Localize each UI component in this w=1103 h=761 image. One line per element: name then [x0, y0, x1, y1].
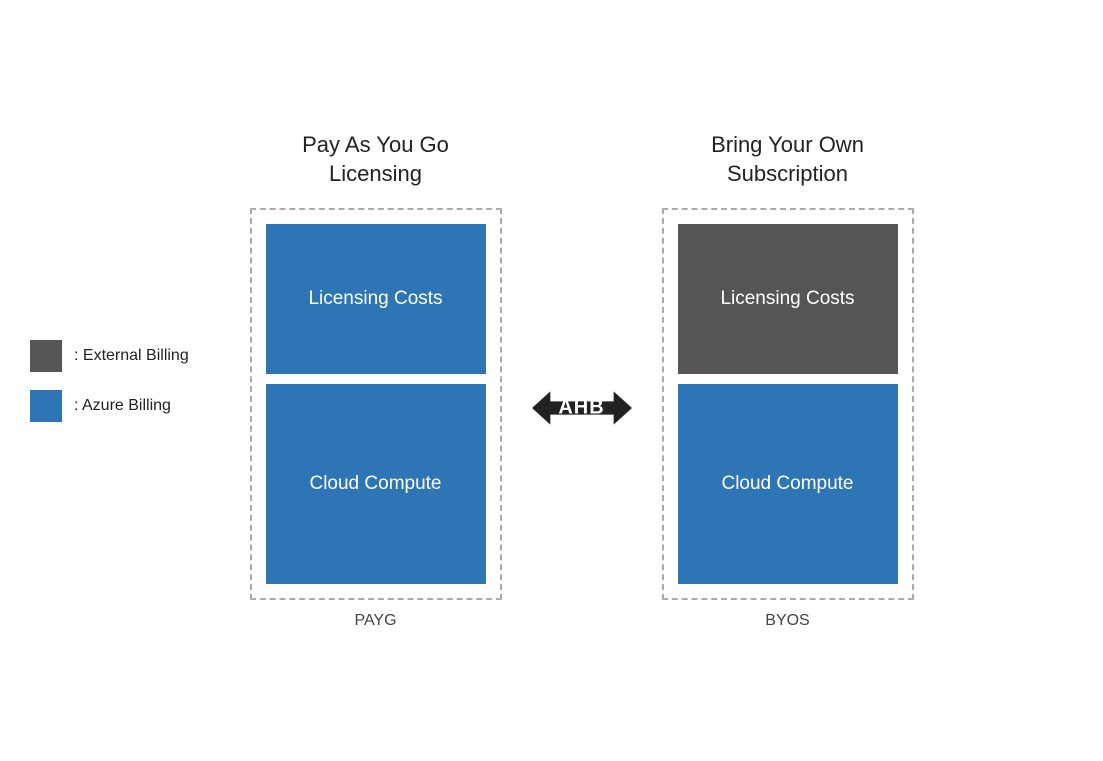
external-billing-label: : External Billing [74, 347, 189, 365]
payg-footer-label: PAYG [354, 612, 396, 630]
byos-footer-label: BYOS [765, 612, 809, 630]
payg-dashed-box: Licensing Costs Cloud Compute [250, 208, 502, 600]
main-container: : External Billing : Azure Billing Pay A… [0, 0, 1103, 761]
legend-item-external: : External Billing [30, 340, 189, 372]
azure-billing-box [30, 390, 62, 422]
legend-item-azure: : Azure Billing [30, 390, 189, 422]
payg-licensing-block: Licensing Costs [266, 224, 486, 374]
ahb-arrow: AHB [532, 378, 632, 438]
payg-compute-block: Cloud Compute [266, 384, 486, 584]
byos-dashed-box: Licensing Costs Cloud Compute [662, 208, 914, 600]
payg-title: Pay As You GoLicensing [302, 131, 449, 188]
external-billing-box [30, 340, 62, 372]
legend: : External Billing : Azure Billing [30, 340, 189, 422]
diagram: Pay As You GoLicensing Licensing Costs C… [250, 131, 914, 630]
ahb-container: AHB AHB [532, 378, 632, 438]
byos-compute-block: Cloud Compute [678, 384, 898, 584]
byos-column: Bring Your OwnSubscription Licensing Cos… [662, 131, 914, 630]
byos-title: Bring Your OwnSubscription [711, 131, 864, 188]
payg-column: Pay As You GoLicensing Licensing Costs C… [250, 131, 502, 630]
azure-billing-label: : Azure Billing [74, 397, 171, 415]
byos-licensing-block: Licensing Costs [678, 224, 898, 374]
